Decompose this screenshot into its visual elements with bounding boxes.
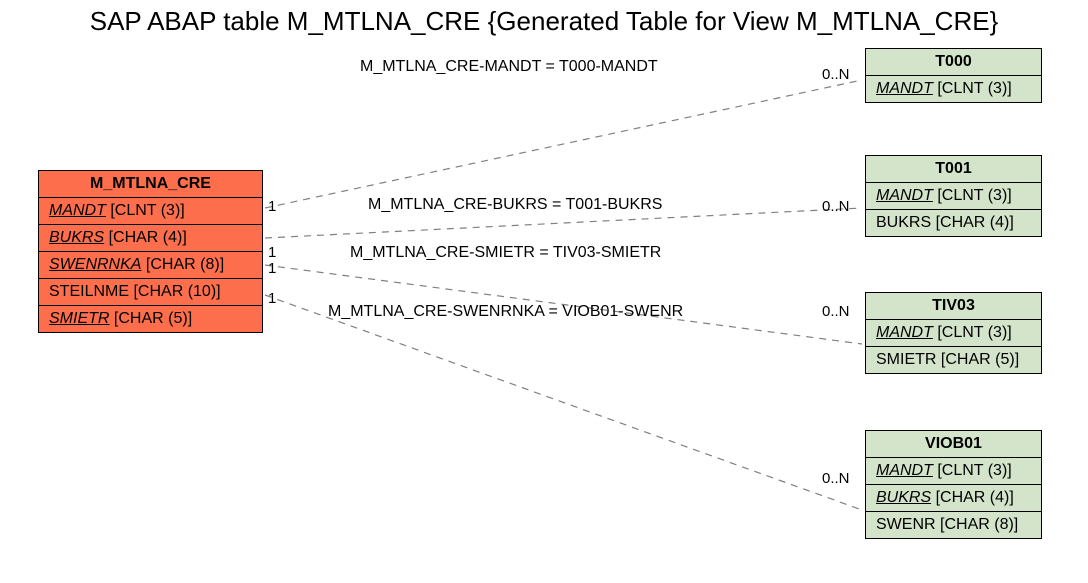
cardinality-right: 0..N xyxy=(822,66,850,83)
entity-viob01-row: MANDT [CLNT (3)] xyxy=(866,458,1041,485)
entity-main-row: MANDT [CLNT (3)] xyxy=(39,198,262,225)
page-title: SAP ABAP table M_MTLNA_CRE {Generated Ta… xyxy=(0,6,1088,37)
entity-t001: T001 MANDT [CLNT (3)] BUKRS [CHAR (4)] xyxy=(865,155,1042,237)
cardinality-right: 0..N xyxy=(822,470,850,487)
entity-viob01: VIOB01 MANDT [CLNT (3)] BUKRS [CHAR (4)]… xyxy=(865,430,1042,539)
entity-main-header: M_MTLNA_CRE xyxy=(39,171,262,198)
entity-t001-row: BUKRS [CHAR (4)] xyxy=(866,210,1041,236)
entity-tiv03-row: SMIETR [CHAR (5)] xyxy=(866,347,1041,373)
cardinality-left: 1 xyxy=(268,198,276,215)
entity-tiv03-row: MANDT [CLNT (3)] xyxy=(866,320,1041,347)
entity-main-row: SMIETR [CHAR (5)] xyxy=(39,306,262,332)
cardinality-right: 0..N xyxy=(822,198,850,215)
entity-main-row: BUKRS [CHAR (4)] xyxy=(39,225,262,252)
cardinality-left: 1 xyxy=(268,290,276,307)
entity-main: M_MTLNA_CRE MANDT [CLNT (3)] BUKRS [CHAR… xyxy=(38,170,263,333)
relation-label: M_MTLNA_CRE-BUKRS = T001-BUKRS xyxy=(368,196,662,214)
entity-t000-header: T000 xyxy=(866,49,1041,76)
entity-main-row: STEILNME [CHAR (10)] xyxy=(39,279,262,306)
entity-viob01-row: BUKRS [CHAR (4)] xyxy=(866,485,1041,512)
entity-viob01-row: SWENR [CHAR (8)] xyxy=(866,512,1041,538)
cardinality-right: 0..N xyxy=(822,303,850,320)
entity-t000-row: MANDT [CLNT (3)] xyxy=(866,76,1041,102)
cardinality-left: 1 xyxy=(268,260,276,277)
entity-tiv03: TIV03 MANDT [CLNT (3)] SMIETR [CHAR (5)] xyxy=(865,292,1042,374)
cardinality-left: 1 xyxy=(268,244,276,261)
entity-tiv03-header: TIV03 xyxy=(866,293,1041,320)
relation-label: M_MTLNA_CRE-MANDT = T000-MANDT xyxy=(360,58,658,76)
entity-main-row: SWENRNKA [CHAR (8)] xyxy=(39,252,262,279)
entity-t001-row: MANDT [CLNT (3)] xyxy=(866,183,1041,210)
relation-label: M_MTLNA_CRE-SMIETR = TIV03-SMIETR xyxy=(350,244,661,262)
relation-label: M_MTLNA_CRE-SWENRNKA = VIOB01-SWENR xyxy=(328,303,683,321)
entity-t000: T000 MANDT [CLNT (3)] xyxy=(865,48,1042,103)
entity-t001-header: T001 xyxy=(866,156,1041,183)
entity-viob01-header: VIOB01 xyxy=(866,431,1041,458)
